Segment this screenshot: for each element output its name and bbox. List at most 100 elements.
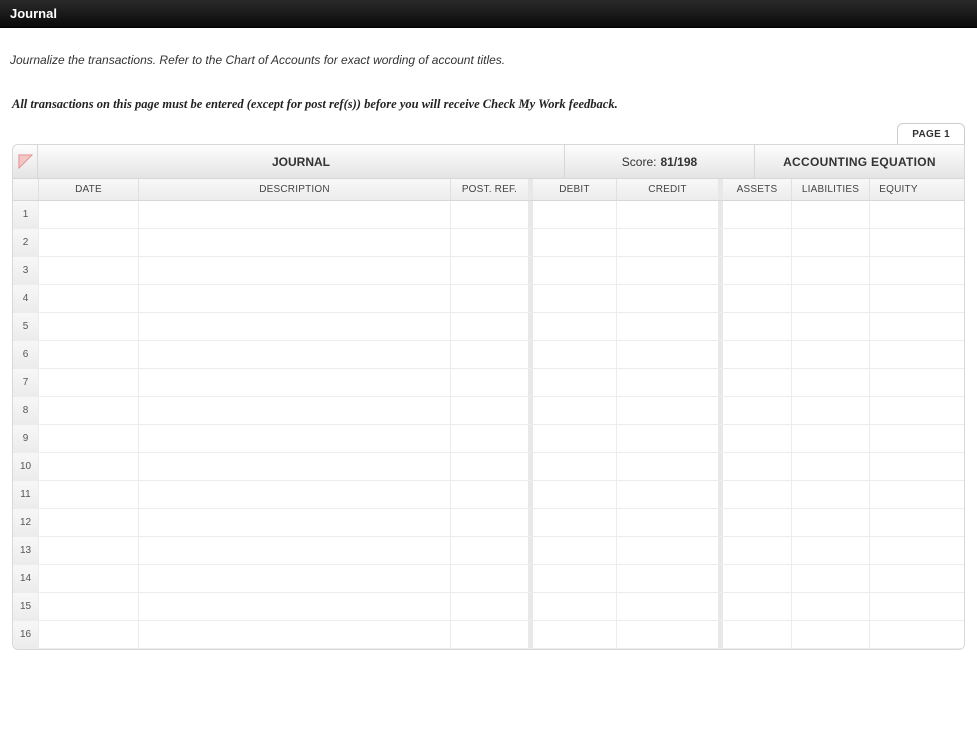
credit-cell[interactable] (616, 229, 718, 256)
postref-cell[interactable] (450, 537, 528, 564)
postref-cell-input[interactable] (451, 453, 528, 480)
equity-cell-input[interactable] (870, 397, 927, 424)
postref-cell[interactable] (450, 453, 528, 480)
description-cell[interactable] (138, 257, 450, 284)
date-cell[interactable] (38, 369, 138, 396)
debit-cell-input[interactable] (533, 397, 616, 424)
description-cell[interactable] (138, 621, 450, 648)
equity-cell[interactable] (869, 565, 927, 592)
date-cell[interactable] (38, 341, 138, 368)
postref-cell-input[interactable] (451, 285, 528, 312)
assets-cell-input[interactable] (723, 201, 791, 228)
assets-cell-input[interactable] (723, 621, 791, 648)
credit-cell[interactable] (616, 509, 718, 536)
description-cell[interactable] (138, 593, 450, 620)
date-cell[interactable] (38, 257, 138, 284)
debit-cell[interactable] (528, 257, 616, 284)
equity-cell-input[interactable] (870, 537, 927, 564)
assets-cell-input[interactable] (723, 537, 791, 564)
liabilities-cell-input[interactable] (792, 397, 869, 424)
equity-cell-input[interactable] (870, 313, 927, 340)
equity-cell[interactable] (869, 285, 927, 312)
credit-cell-input[interactable] (617, 481, 718, 508)
date-cell-input[interactable] (39, 313, 138, 340)
debit-cell-input[interactable] (533, 285, 616, 312)
description-cell[interactable] (138, 537, 450, 564)
assets-cell-input[interactable] (723, 397, 791, 424)
debit-cell-input[interactable] (533, 369, 616, 396)
postref-cell[interactable] (450, 285, 528, 312)
description-cell[interactable] (138, 397, 450, 424)
description-cell-input[interactable] (139, 313, 450, 340)
page-tab[interactable]: PAGE 1 (897, 123, 965, 144)
assets-cell[interactable] (718, 201, 791, 228)
assets-cell-input[interactable] (723, 565, 791, 592)
credit-cell[interactable] (616, 201, 718, 228)
assets-cell[interactable] (718, 229, 791, 256)
postref-cell-input[interactable] (451, 537, 528, 564)
debit-cell[interactable] (528, 313, 616, 340)
credit-cell-input[interactable] (617, 593, 718, 620)
postref-cell-input[interactable] (451, 257, 528, 284)
date-cell-input[interactable] (39, 481, 138, 508)
equity-cell-input[interactable] (870, 257, 927, 284)
description-cell[interactable] (138, 425, 450, 452)
credit-cell[interactable] (616, 593, 718, 620)
description-cell-input[interactable] (139, 481, 450, 508)
description-cell-input[interactable] (139, 397, 450, 424)
assets-cell[interactable] (718, 565, 791, 592)
assets-cell-input[interactable] (723, 453, 791, 480)
debit-cell-input[interactable] (533, 509, 616, 536)
description-cell-input[interactable] (139, 229, 450, 256)
date-cell-input[interactable] (39, 621, 138, 648)
postref-cell-input[interactable] (451, 509, 528, 536)
description-cell[interactable] (138, 285, 450, 312)
credit-cell-input[interactable] (617, 229, 718, 256)
debit-cell[interactable] (528, 201, 616, 228)
postref-cell-input[interactable] (451, 425, 528, 452)
liabilities-cell[interactable] (791, 537, 869, 564)
description-cell-input[interactable] (139, 341, 450, 368)
debit-cell-input[interactable] (533, 565, 616, 592)
postref-cell[interactable] (450, 257, 528, 284)
postref-cell[interactable] (450, 369, 528, 396)
date-cell-input[interactable] (39, 593, 138, 620)
credit-cell[interactable] (616, 453, 718, 480)
assets-cell[interactable] (718, 425, 791, 452)
liabilities-cell-input[interactable] (792, 229, 869, 256)
date-cell-input[interactable] (39, 453, 138, 480)
debit-cell[interactable] (528, 397, 616, 424)
equity-cell[interactable] (869, 453, 927, 480)
equity-cell-input[interactable] (870, 621, 927, 648)
debit-cell[interactable] (528, 537, 616, 564)
debit-cell-input[interactable] (533, 229, 616, 256)
liabilities-cell-input[interactable] (792, 257, 869, 284)
description-cell-input[interactable] (139, 621, 450, 648)
postref-cell[interactable] (450, 565, 528, 592)
description-cell[interactable] (138, 565, 450, 592)
debit-cell-input[interactable] (533, 481, 616, 508)
date-cell[interactable] (38, 229, 138, 256)
credit-cell[interactable] (616, 397, 718, 424)
credit-cell-input[interactable] (617, 621, 718, 648)
description-cell-input[interactable] (139, 257, 450, 284)
equity-cell-input[interactable] (870, 593, 927, 620)
assets-cell[interactable] (718, 341, 791, 368)
description-cell-input[interactable] (139, 509, 450, 536)
description-cell[interactable] (138, 229, 450, 256)
date-cell-input[interactable] (39, 509, 138, 536)
debit-cell[interactable] (528, 229, 616, 256)
date-cell[interactable] (38, 285, 138, 312)
postref-cell[interactable] (450, 593, 528, 620)
equity-cell-input[interactable] (870, 481, 927, 508)
postref-cell[interactable] (450, 481, 528, 508)
credit-cell-input[interactable] (617, 537, 718, 564)
credit-cell-input[interactable] (617, 201, 718, 228)
assets-cell-input[interactable] (723, 285, 791, 312)
debit-cell-input[interactable] (533, 257, 616, 284)
liabilities-cell-input[interactable] (792, 313, 869, 340)
description-cell[interactable] (138, 313, 450, 340)
liabilities-cell[interactable] (791, 369, 869, 396)
date-cell-input[interactable] (39, 341, 138, 368)
debit-cell[interactable] (528, 621, 616, 648)
